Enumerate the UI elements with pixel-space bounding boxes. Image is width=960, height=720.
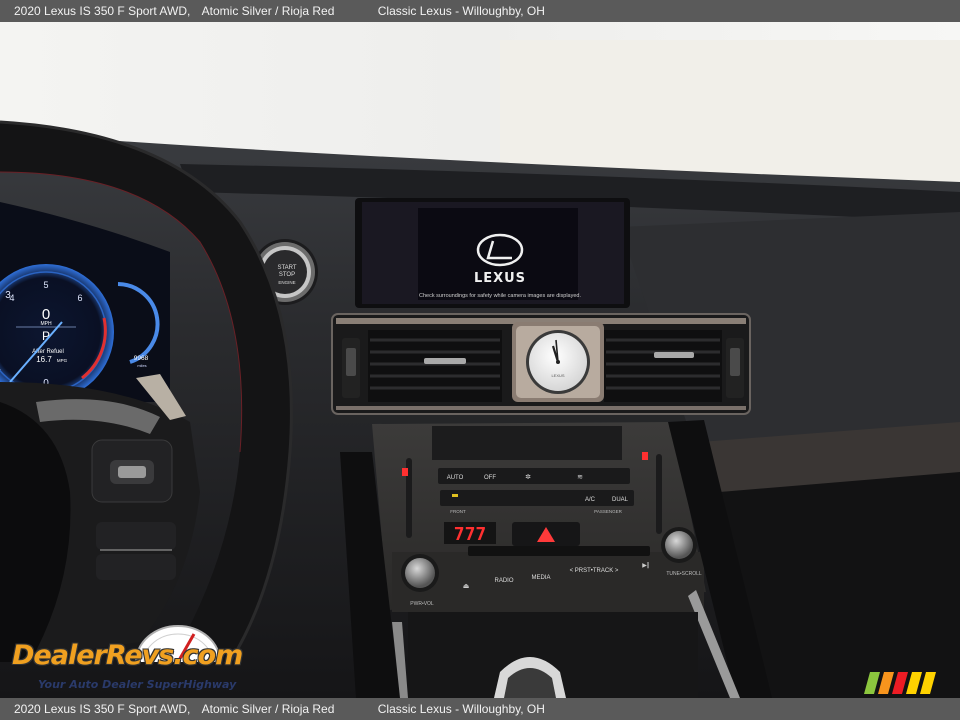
mpg-unit: MPG <box>57 358 68 363</box>
watermark-tagline: Your Auto Dealer SuperHighway <box>38 678 237 691</box>
defrost-icon[interactable]: ≋ <box>577 473 583 481</box>
fan-icon[interactable]: ✲ <box>525 473 531 481</box>
caption-colors-bottom: Atomic Silver / Rioja Red <box>201 702 335 716</box>
dial-number-6: 6 <box>77 293 82 303</box>
radio-label[interactable]: RADIO <box>494 578 513 584</box>
start-label: START <box>277 265 296 271</box>
volume-knob[interactable] <box>401 554 439 592</box>
odometer-value: 9968 <box>134 355 149 362</box>
climate-off-label[interactable]: OFF <box>484 475 496 481</box>
screen-logo-text: LEXUS <box>474 271 526 286</box>
hazard-button[interactable] <box>512 522 580 546</box>
climate-dual-label[interactable]: DUAL <box>612 497 629 503</box>
media-label[interactable]: MEDIA <box>531 575 550 581</box>
climate-front-label[interactable]: FRONT <box>450 509 466 514</box>
stripes-logo-icon <box>864 672 936 694</box>
caption-colors: Atomic Silver / Rioja Red <box>201 4 335 18</box>
analog-clock: LEXUS <box>512 322 604 402</box>
track-label[interactable]: < PRST•TRACK > <box>570 568 619 574</box>
engine-label: ENGINE <box>278 280 295 285</box>
screen-notice: Check surroundings for safety while came… <box>419 293 581 299</box>
dial-number-4: 4 <box>9 293 14 303</box>
stop-label: STOP <box>279 272 295 278</box>
left-air-vent[interactable] <box>368 330 502 402</box>
caption-bar-bottom: 2020 Lexus IS 350 F Sport AWD, Atomic Si… <box>0 698 960 720</box>
caption-bar-top: 2020 Lexus IS 350 F Sport AWD, Atomic Si… <box>0 0 960 22</box>
steering-control-pad[interactable] <box>91 439 173 503</box>
mpg-value: 16.7 <box>36 355 52 364</box>
caption-dealer-bottom: Classic Lexus - Willoughby, OH <box>377 702 545 716</box>
clock-brand: LEXUS <box>551 373 564 378</box>
pwr-vol-label: PWR•VOL <box>410 601 434 607</box>
dashboard-photo: LEXUS Check surroundings for safety whil… <box>0 22 960 698</box>
climate-ac-label[interactable]: A/C <box>585 497 596 503</box>
right-air-vent[interactable] <box>604 330 722 402</box>
dealerrevs-watermark: DealerRevs.com Your Auto Dealer SuperHig… <box>12 622 272 692</box>
odometer-unit: miles <box>137 363 146 368</box>
speed-unit: MPH <box>40 321 52 327</box>
climate-passenger-label: PASSENGER <box>594 509 622 514</box>
climate-auto-label[interactable]: AUTO <box>447 475 464 481</box>
play-pause-icon[interactable]: ▶‖ <box>642 562 650 569</box>
tune-knob[interactable] <box>661 527 697 563</box>
temperature-display: 777 <box>454 524 487 545</box>
caption-vehicle: 2020 Lexus IS 350 F Sport AWD, <box>14 4 191 18</box>
caption-dealer: Classic Lexus - Willoughby, OH <box>377 4 545 18</box>
caption-vehicle-bottom: 2020 Lexus IS 350 F Sport AWD, <box>14 702 191 716</box>
tune-scroll-label: TUNE•SCROLL <box>666 571 702 577</box>
eject-icon[interactable]: ⏏ <box>463 582 470 590</box>
dial-number-5: 5 <box>43 280 48 290</box>
watermark-brand: DealerRevs.com <box>12 640 243 671</box>
